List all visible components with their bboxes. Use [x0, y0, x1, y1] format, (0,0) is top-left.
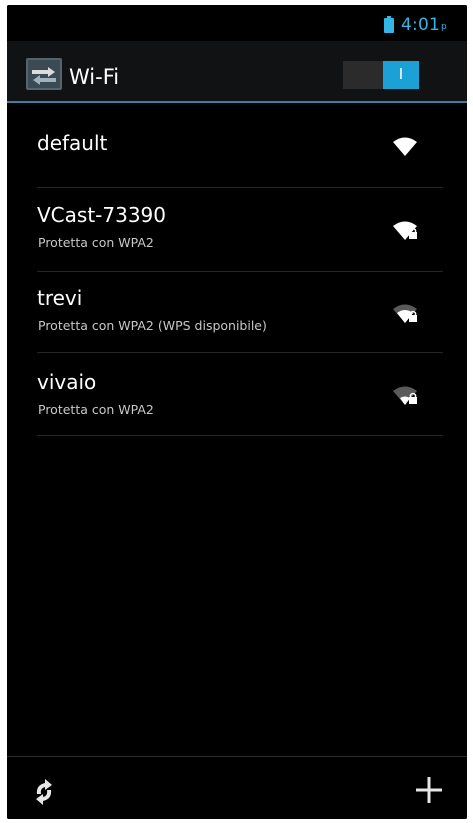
- page-title: Wi-Fi: [69, 65, 120, 89]
- network-name: default: [37, 131, 108, 155]
- divider: [37, 435, 443, 436]
- bottom-bar: [7, 756, 467, 819]
- wifi-settings-icon[interactable]: [26, 58, 62, 90]
- refresh-icon[interactable]: [28, 776, 60, 808]
- toggle-thumb[interactable]: I: [383, 61, 419, 89]
- divider: [37, 352, 443, 353]
- list-item[interactable]: trevi Protetta con WPA2 (WPS disponibile…: [7, 272, 467, 354]
- wifi-signal-locked-icon: [393, 304, 417, 323]
- network-name: VCast-73390: [37, 203, 167, 227]
- network-security: Protetta con WPA2 (WPS disponibile): [38, 318, 267, 333]
- phone-screen: 4:01 p Wi-Fi I default VCast-73390 Prote…: [7, 5, 467, 819]
- clock: 4:01: [401, 15, 440, 35]
- wifi-signal-icon: [393, 137, 417, 156]
- list-item[interactable]: vivaio Protetta con WPA2: [7, 354, 467, 436]
- network-name: vivaio: [37, 370, 97, 394]
- wifi-signal-locked-icon: [393, 386, 417, 405]
- wifi-signal-locked-icon: [393, 221, 417, 240]
- add-icon[interactable]: [413, 774, 445, 806]
- list-item[interactable]: VCast-73390 Protetta con WPA2: [7, 189, 467, 271]
- battery-icon: [384, 16, 394, 33]
- list-item[interactable]: default: [7, 103, 467, 185]
- network-security: Protetta con WPA2: [38, 235, 154, 250]
- network-name: trevi: [37, 286, 83, 310]
- network-security: Protetta con WPA2: [38, 402, 154, 417]
- wifi-toggle[interactable]: I: [343, 61, 419, 89]
- toggle-label: I: [398, 65, 404, 83]
- clock-suffix: p: [441, 22, 447, 32]
- status-bar: 4:01 p: [7, 5, 467, 41]
- divider: [37, 187, 443, 188]
